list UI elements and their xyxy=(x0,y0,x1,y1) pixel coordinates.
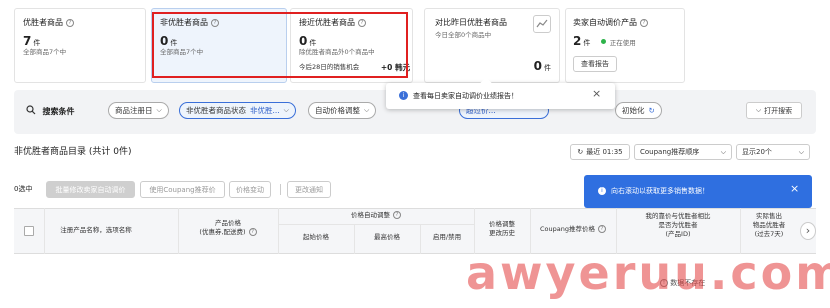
help-icon: ? xyxy=(598,225,606,233)
col-auto-adjust-label: 价格自动调整 xyxy=(351,211,390,219)
card-title: 对比昨日优胜者商品 xyxy=(435,18,507,27)
col-max-price: 最高价格 xyxy=(374,233,400,241)
status-text: 正在使用 xyxy=(609,39,636,47)
card-title: 优胜者商品 xyxy=(23,18,63,27)
help-icon: ? xyxy=(66,18,74,27)
price-change-button[interactable]: 价格变动 xyxy=(229,181,271,198)
filter-value: 非优胜... xyxy=(250,106,280,115)
header-checkbox[interactable] xyxy=(24,226,34,236)
chevron-down-icon: ⌵ xyxy=(755,106,762,114)
col-compare: 我的靠价与优胜者相比 是否为优胜者 (产品ID) xyxy=(645,212,711,239)
coupang-price-button[interactable]: 使用Coupang推荐价 xyxy=(140,181,225,198)
card-auto-price[interactable]: 卖家自动调价产品? 2件 正在使用 查看报告 xyxy=(565,8,685,83)
card-title: 卖家自动调价产品 xyxy=(573,18,637,27)
open-search-button[interactable]: ⌵ 打开搜索 xyxy=(746,102,802,119)
change-notice-button[interactable]: 更改通知 xyxy=(287,181,331,198)
card-value: 2 xyxy=(573,34,582,48)
card-sub: 今日全部0个商品中 xyxy=(435,31,492,39)
divider xyxy=(280,184,281,195)
help-icon: ? xyxy=(248,228,257,237)
col-auto-adjust: 价格自动调整? xyxy=(278,211,474,220)
filter-auto-price[interactable]: 自动价格调整 ⌵ xyxy=(308,102,377,119)
status-dot-icon xyxy=(600,39,606,44)
close-icon[interactable]: × xyxy=(592,87,601,100)
card-unit: 件 xyxy=(583,39,591,47)
divider xyxy=(278,224,474,225)
selected-count: 0选中 xyxy=(14,185,33,193)
card-value: 7 xyxy=(23,34,32,48)
card-unit: 件 xyxy=(544,64,551,72)
info-icon: i xyxy=(598,187,606,195)
chevron-down-icon: ⌵ xyxy=(156,106,162,114)
tooltip-text: 向右滚动以获取更多销售数据！ xyxy=(611,187,709,195)
col-enable: 启用/禁用 xyxy=(432,233,462,241)
card-winner[interactable]: 优胜者商品? 7件 全部商品7个中 xyxy=(14,8,146,83)
card-vs-yesterday[interactable]: 对比昨日优胜者商品 今日全部0个商品中 0件 xyxy=(424,8,560,83)
open-search-label: 打开搜索 xyxy=(764,106,793,115)
search-label: 搜索条件 xyxy=(42,106,75,116)
search-label-group: 搜索条件 xyxy=(26,105,75,118)
card-sub: 全部商品7个中 xyxy=(23,48,67,56)
refresh-recent-button[interactable]: ↻ 最近 01:35 xyxy=(570,144,630,160)
filter-register-date[interactable]: 商品注册日 ⌵ xyxy=(108,102,169,119)
chevron-down-icon: ⌵ xyxy=(283,106,289,114)
scroll-tooltip: i 向右滚动以获取更多销售数据！ × xyxy=(584,175,812,208)
filter-label: 非优胜者商品状态 xyxy=(186,106,246,115)
refresh-icon: ↻ xyxy=(577,148,584,156)
filter-label: 自动价格调整 xyxy=(315,106,360,115)
filter-label: 商品注册日 xyxy=(115,106,153,115)
sort-select[interactable]: Coupang推荐顺序 ⌵ xyxy=(634,144,732,160)
reset-label: 初始化 xyxy=(622,106,645,115)
search-icon xyxy=(26,105,36,118)
sort-value: Coupang推荐顺序 xyxy=(640,148,700,156)
per-page-value: 显示20个 xyxy=(742,148,772,156)
per-page-select[interactable]: 显示20个 ⌵ xyxy=(736,144,810,160)
col-coupang-price: Coupang推荐价格? xyxy=(530,225,616,234)
scroll-right-button[interactable]: › xyxy=(800,222,816,240)
col-history: 价格调整 更改历史 xyxy=(489,220,515,238)
col-actual-sold: 实际售出 物品优胜者 (过去7天) xyxy=(752,212,786,239)
refresh-icon: ↻ xyxy=(648,106,655,115)
chart-icon[interactable] xyxy=(533,15,551,33)
bulk-edit-button[interactable]: 批量修改卖家自动调价 xyxy=(46,181,135,198)
chevron-down-icon: ⌵ xyxy=(364,106,370,114)
report-tooltip: i 查看每日卖家自动调价业绩报告！ × xyxy=(386,77,615,109)
list-title: 非优胜者商品目录 (共计 0件) xyxy=(14,147,132,157)
view-report-button[interactable]: 查看报告 xyxy=(573,56,617,72)
col-product-price: 产品价格 (优惠券,配送费)? xyxy=(178,219,278,237)
help-icon: ? xyxy=(393,211,401,219)
watermark: awyeruu.com xyxy=(466,246,830,300)
tooltip-text: 查看每日卖家自动调价业绩报告！ xyxy=(413,92,518,100)
reset-button[interactable]: 初始化 ↻ xyxy=(615,102,662,119)
col-product-name: 注册产品名称，选项名称 xyxy=(60,226,132,234)
card-unit: 件 xyxy=(33,39,41,47)
col-coupang-price-label: Coupang推荐价格 xyxy=(540,225,595,233)
highlight-box xyxy=(152,12,408,78)
col-start-price: 起始价格 xyxy=(303,233,329,241)
close-icon[interactable]: × xyxy=(790,182,799,195)
chevron-down-icon: ⌵ xyxy=(720,147,726,156)
recent-label: 最近 01:35 xyxy=(586,148,623,156)
info-icon: i xyxy=(399,91,408,100)
help-icon: ? xyxy=(640,18,648,27)
filter-non-winner-status[interactable]: 非优胜者商品状态 非优胜... ⌵ xyxy=(179,102,296,119)
chevron-down-icon: ⌵ xyxy=(798,147,804,156)
card-value: 0 xyxy=(533,59,542,73)
col-product-price-label: 产品价格 (优惠券,配送费) xyxy=(199,219,246,237)
